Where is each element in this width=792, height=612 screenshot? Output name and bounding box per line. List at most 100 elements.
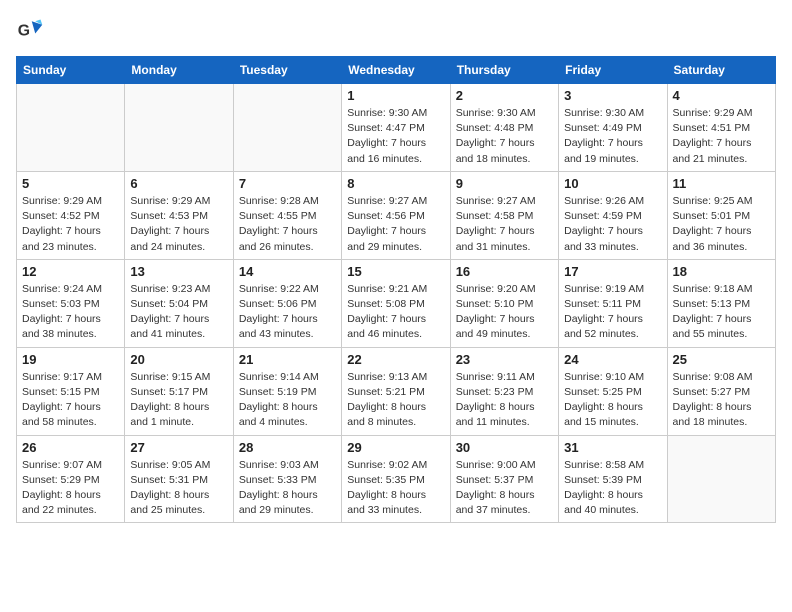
calendar-cell — [125, 84, 233, 172]
day-number: 18 — [673, 264, 770, 279]
day-info: Sunrise: 9:11 AM Sunset: 5:23 PM Dayligh… — [456, 370, 553, 431]
calendar-cell: 20 Sunrise: 9:15 AM Sunset: 5:17 PM Dayli… — [125, 347, 233, 435]
day-number: 21 — [239, 352, 336, 367]
weekday-header-tuesday: Tuesday — [233, 57, 341, 84]
weekday-header-monday: Monday — [125, 57, 233, 84]
day-number: 24 — [564, 352, 661, 367]
calendar-cell — [233, 84, 341, 172]
svg-text:G: G — [18, 22, 30, 39]
day-info: Sunrise: 9:27 AM Sunset: 4:58 PM Dayligh… — [456, 194, 553, 255]
logo: G — [16, 16, 48, 44]
page-header: G — [16, 16, 776, 44]
calendar-cell — [667, 435, 775, 523]
calendar-cell: 11 Sunrise: 9:25 AM Sunset: 5:01 PM Dayli… — [667, 171, 775, 259]
day-info: Sunrise: 9:29 AM Sunset: 4:52 PM Dayligh… — [22, 194, 119, 255]
day-number: 20 — [130, 352, 227, 367]
day-info: Sunrise: 9:14 AM Sunset: 5:19 PM Dayligh… — [239, 370, 336, 431]
day-info: Sunrise: 9:13 AM Sunset: 5:21 PM Dayligh… — [347, 370, 444, 431]
day-number: 2 — [456, 88, 553, 103]
day-info: Sunrise: 9:15 AM Sunset: 5:17 PM Dayligh… — [130, 370, 227, 431]
day-info: Sunrise: 9:03 AM Sunset: 5:33 PM Dayligh… — [239, 458, 336, 519]
calendar-cell: 1 Sunrise: 9:30 AM Sunset: 4:47 PM Daylig… — [342, 84, 450, 172]
day-number: 29 — [347, 440, 444, 455]
day-number: 26 — [22, 440, 119, 455]
day-number: 27 — [130, 440, 227, 455]
calendar-week-row: 19Sunrise: 9:17 AM Sunset: 5:15 PM Dayli… — [17, 347, 776, 435]
day-number: 15 — [347, 264, 444, 279]
day-number: 5 — [22, 176, 119, 191]
logo-icon: G — [16, 16, 44, 44]
calendar-week-row: 5 Sunrise: 9:29 AM Sunset: 4:52 PM Daylig… — [17, 171, 776, 259]
day-number: 6 — [130, 176, 227, 191]
day-number: 10 — [564, 176, 661, 191]
day-info: Sunrise: 9:17 AM Sunset: 5:15 PM Dayligh… — [22, 370, 119, 431]
calendar-cell: 13 Sunrise: 9:23 AM Sunset: 5:04 PM Dayli… — [125, 259, 233, 347]
calendar-cell: 12 Sunrise: 9:24 AM Sunset: 5:03 PM Dayli… — [17, 259, 125, 347]
calendar-cell: 22 Sunrise: 9:13 AM Sunset: 5:21 PM Dayli… — [342, 347, 450, 435]
calendar-cell: 7 Sunrise: 9:28 AM Sunset: 4:55 PM Daylig… — [233, 171, 341, 259]
day-number: 13 — [130, 264, 227, 279]
calendar-cell: 19Sunrise: 9:17 AM Sunset: 5:15 PM Dayli… — [17, 347, 125, 435]
day-info: Sunrise: 9:08 AM Sunset: 5:27 PM Dayligh… — [673, 370, 770, 431]
day-info: Sunrise: 9:29 AM Sunset: 4:51 PM Dayligh… — [673, 106, 770, 167]
day-number: 9 — [456, 176, 553, 191]
day-info: Sunrise: 9:22 AM Sunset: 5:06 PM Dayligh… — [239, 282, 336, 343]
day-number: 11 — [673, 176, 770, 191]
calendar-cell: 15 Sunrise: 9:21 AM Sunset: 5:08 PM Dayli… — [342, 259, 450, 347]
day-number: 12 — [22, 264, 119, 279]
calendar-cell: 28 Sunrise: 9:03 AM Sunset: 5:33 PM Dayli… — [233, 435, 341, 523]
weekday-header-saturday: Saturday — [667, 57, 775, 84]
day-number: 3 — [564, 88, 661, 103]
day-number: 22 — [347, 352, 444, 367]
calendar-table: SundayMondayTuesdayWednesdayThursdayFrid… — [16, 56, 776, 523]
calendar-cell: 31 Sunrise: 8:58 AM Sunset: 5:39 PM Dayli… — [559, 435, 667, 523]
day-number: 4 — [673, 88, 770, 103]
calendar-cell: 29 Sunrise: 9:02 AM Sunset: 5:35 PM Dayli… — [342, 435, 450, 523]
calendar-cell: 24 Sunrise: 9:10 AM Sunset: 5:25 PM Dayli… — [559, 347, 667, 435]
day-info: Sunrise: 9:19 AM Sunset: 5:11 PM Dayligh… — [564, 282, 661, 343]
weekday-header-thursday: Thursday — [450, 57, 558, 84]
calendar-cell: 23 Sunrise: 9:11 AM Sunset: 5:23 PM Dayli… — [450, 347, 558, 435]
calendar-cell: 5 Sunrise: 9:29 AM Sunset: 4:52 PM Daylig… — [17, 171, 125, 259]
calendar-cell: 30Sunrise: 9:00 AM Sunset: 5:37 PM Dayli… — [450, 435, 558, 523]
calendar-cell: 8Sunrise: 9:27 AM Sunset: 4:56 PM Daylig… — [342, 171, 450, 259]
day-number: 16 — [456, 264, 553, 279]
calendar-cell: 2 Sunrise: 9:30 AM Sunset: 4:48 PM Daylig… — [450, 84, 558, 172]
day-number: 23 — [456, 352, 553, 367]
day-info: Sunrise: 9:10 AM Sunset: 5:25 PM Dayligh… — [564, 370, 661, 431]
day-number: 17 — [564, 264, 661, 279]
day-info: Sunrise: 9:30 AM Sunset: 4:48 PM Dayligh… — [456, 106, 553, 167]
day-number: 25 — [673, 352, 770, 367]
calendar-cell — [17, 84, 125, 172]
day-info: Sunrise: 9:30 AM Sunset: 4:47 PM Dayligh… — [347, 106, 444, 167]
day-info: Sunrise: 9:05 AM Sunset: 5:31 PM Dayligh… — [130, 458, 227, 519]
day-info: Sunrise: 9:23 AM Sunset: 5:04 PM Dayligh… — [130, 282, 227, 343]
day-info: Sunrise: 9:28 AM Sunset: 4:55 PM Dayligh… — [239, 194, 336, 255]
calendar-cell: 17 Sunrise: 9:19 AM Sunset: 5:11 PM Dayli… — [559, 259, 667, 347]
day-info: Sunrise: 8:58 AM Sunset: 5:39 PM Dayligh… — [564, 458, 661, 519]
day-info: Sunrise: 9:02 AM Sunset: 5:35 PM Dayligh… — [347, 458, 444, 519]
calendar-cell: 25 Sunrise: 9:08 AM Sunset: 5:27 PM Dayli… — [667, 347, 775, 435]
day-info: Sunrise: 9:29 AM Sunset: 4:53 PM Dayligh… — [130, 194, 227, 255]
day-info: Sunrise: 9:20 AM Sunset: 5:10 PM Dayligh… — [456, 282, 553, 343]
weekday-header-sunday: Sunday — [17, 57, 125, 84]
day-info: Sunrise: 9:00 AM Sunset: 5:37 PM Dayligh… — [456, 458, 553, 519]
weekday-header-friday: Friday — [559, 57, 667, 84]
day-number: 1 — [347, 88, 444, 103]
day-info: Sunrise: 9:25 AM Sunset: 5:01 PM Dayligh… — [673, 194, 770, 255]
day-info: Sunrise: 9:30 AM Sunset: 4:49 PM Dayligh… — [564, 106, 661, 167]
day-info: Sunrise: 9:27 AM Sunset: 4:56 PM Dayligh… — [347, 194, 444, 255]
calendar-cell: 27 Sunrise: 9:05 AM Sunset: 5:31 PM Dayli… — [125, 435, 233, 523]
day-number: 7 — [239, 176, 336, 191]
day-info: Sunrise: 9:26 AM Sunset: 4:59 PM Dayligh… — [564, 194, 661, 255]
day-number: 28 — [239, 440, 336, 455]
calendar-cell: 16 Sunrise: 9:20 AM Sunset: 5:10 PM Dayli… — [450, 259, 558, 347]
day-info: Sunrise: 9:24 AM Sunset: 5:03 PM Dayligh… — [22, 282, 119, 343]
calendar-cell: 10 Sunrise: 9:26 AM Sunset: 4:59 PM Dayli… — [559, 171, 667, 259]
calendar-week-row: 12 Sunrise: 9:24 AM Sunset: 5:03 PM Dayli… — [17, 259, 776, 347]
calendar-cell: 26Sunrise: 9:07 AM Sunset: 5:29 PM Dayli… — [17, 435, 125, 523]
day-number: 31 — [564, 440, 661, 455]
calendar-cell: 3 Sunrise: 9:30 AM Sunset: 4:49 PM Daylig… — [559, 84, 667, 172]
day-info: Sunrise: 9:21 AM Sunset: 5:08 PM Dayligh… — [347, 282, 444, 343]
calendar-cell: 6 Sunrise: 9:29 AM Sunset: 4:53 PM Daylig… — [125, 171, 233, 259]
